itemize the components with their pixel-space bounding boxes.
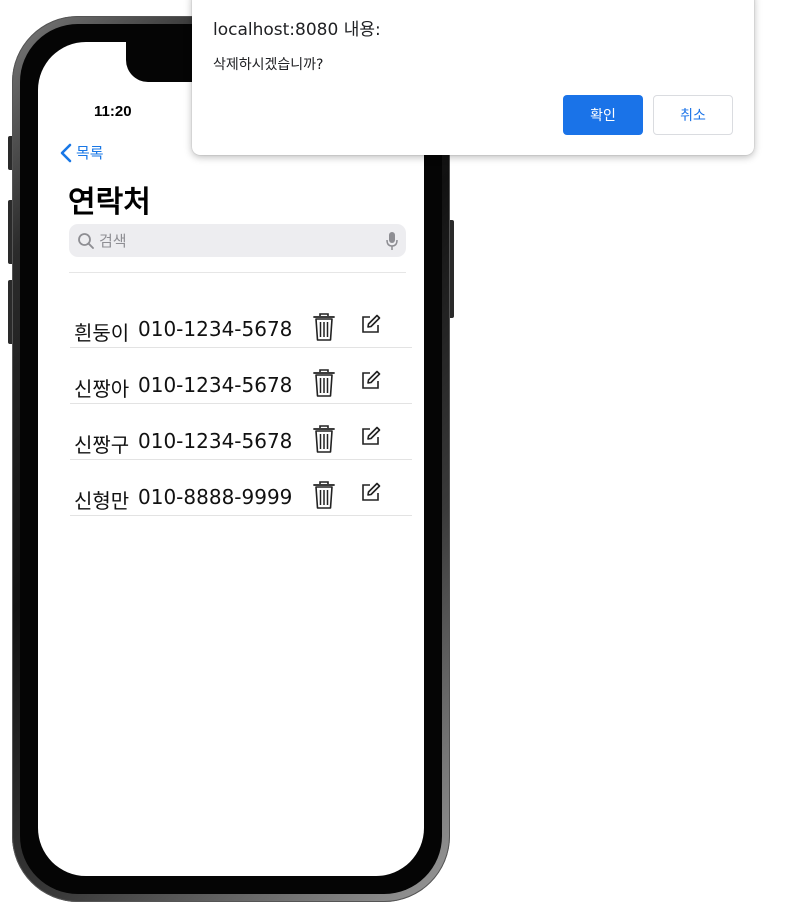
- trash-icon[interactable]: [312, 312, 336, 342]
- page-title: 연락처: [68, 185, 151, 220]
- contact-row: 흰둥이 010-1234-5678: [70, 292, 412, 348]
- trash-icon[interactable]: [312, 424, 336, 454]
- trash-icon[interactable]: [312, 368, 336, 398]
- contact-phone: 010-1234-5678: [138, 429, 293, 453]
- contact-phone: 010-1234-5678: [138, 373, 293, 397]
- contact-name: 신짱구: [74, 433, 130, 457]
- confirm-cancel-button[interactable]: 취소: [653, 95, 733, 135]
- chevron-left-icon: [60, 143, 72, 163]
- contact-list: 흰둥이 010-1234-5678 신짱아 010-1234-5678 신짱구 …: [70, 292, 412, 516]
- mic-icon[interactable]: [386, 231, 398, 251]
- confirm-dialog: localhost:8080 내용: 삭제하시겠습니까? 확인 취소: [192, 0, 754, 155]
- contact-name: 신형만: [74, 489, 130, 513]
- contact-name: 흰둥이: [74, 321, 130, 345]
- edit-icon[interactable]: [361, 426, 381, 446]
- contact-name: 신짱아: [74, 377, 130, 401]
- contact-phone: 010-1234-5678: [138, 317, 293, 341]
- confirm-ok-button[interactable]: 확인: [563, 95, 643, 135]
- edit-icon[interactable]: [361, 370, 381, 390]
- phone-screen: 11:20 목록 연락처 검색 흰둥이 010-1234-5678 신짱아 01…: [38, 42, 424, 876]
- edit-icon[interactable]: [361, 482, 381, 502]
- contact-row: 신짱구 010-1234-5678: [70, 404, 412, 460]
- search-icon: [77, 232, 95, 250]
- contact-row: 신짱아 010-1234-5678: [70, 348, 412, 404]
- status-time: 11:20: [94, 103, 132, 120]
- screen: 11:20 목록 연락처 검색 흰둥이 010-1234-5678 신짱아 01…: [0, 0, 796, 908]
- search-input[interactable]: [99, 231, 382, 250]
- contact-phone: 010-8888-9999: [138, 485, 293, 509]
- dialog-title: localhost:8080 내용:: [213, 20, 381, 40]
- trash-icon[interactable]: [312, 480, 336, 510]
- back-button-label: 목록: [76, 144, 104, 162]
- dialog-message: 삭제하시겠습니까?: [213, 57, 324, 73]
- back-button[interactable]: 목록: [60, 142, 104, 163]
- search-divider: [69, 272, 406, 273]
- contact-row: 신형만 010-8888-9999: [70, 460, 412, 516]
- edit-icon[interactable]: [361, 314, 381, 334]
- search-bar[interactable]: [69, 224, 406, 257]
